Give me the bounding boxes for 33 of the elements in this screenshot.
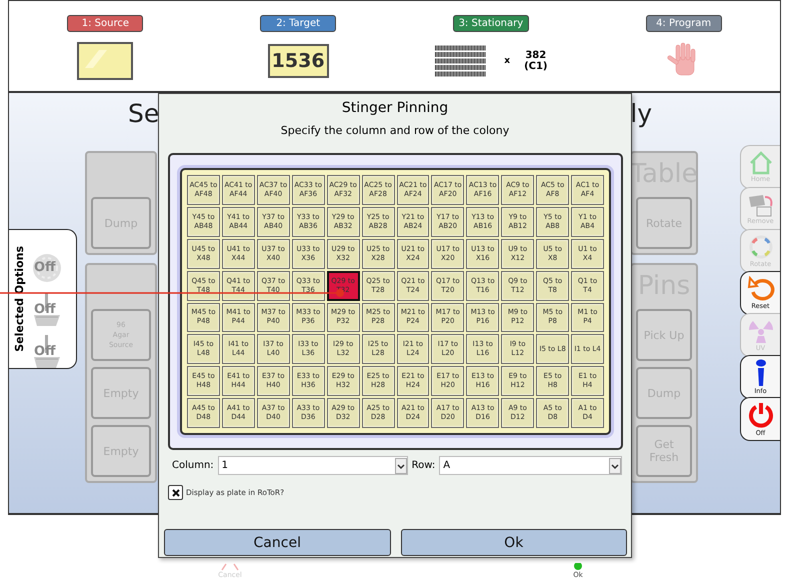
- step-badge[interactable]: 1: Source: [67, 15, 144, 32]
- reset-icon: [746, 276, 774, 302]
- cross-mark-icon: [172, 488, 180, 496]
- column-label: Column:: [172, 460, 214, 471]
- plate-arrow-icon: [746, 193, 774, 217]
- pin-count: 382: [525, 50, 546, 61]
- plate-icon: [77, 42, 134, 80]
- option-state-label: Off: [34, 260, 56, 275]
- cancel-button[interactable]: Cancel: [164, 529, 390, 556]
- step-badge[interactable]: 3: Stationary: [452, 15, 529, 32]
- column-dropdown[interactable]: 1: [218, 456, 408, 475]
- page-heading: Se: [128, 99, 160, 130]
- multiplier-label: x: [504, 56, 510, 66]
- step-badge[interactable]: 2: Target: [260, 15, 336, 32]
- stamp-icon[interactable]: [32, 253, 62, 283]
- step-badge[interactable]: 4: Program: [646, 15, 722, 32]
- pin-rows-icon: [434, 44, 486, 78]
- page-heading: ly: [630, 99, 652, 130]
- plate-label: 1536: [268, 44, 329, 78]
- info-icon: [754, 359, 768, 387]
- dropdown-caret-icon[interactable]: [609, 458, 621, 474]
- row-label: Row:: [412, 460, 436, 471]
- dropdown-caret-icon[interactable]: [394, 458, 407, 474]
- dialog-title: Stinger Pinning: [340, 100, 450, 116]
- checkbox[interactable]: [168, 485, 183, 500]
- dialog-subtitle: Specify the column and row of the colony: [280, 124, 510, 137]
- power-icon: [746, 401, 774, 429]
- pin-count-note: (C1): [524, 61, 548, 72]
- row-dropdown[interactable]: A: [439, 456, 622, 475]
- rotate-icon: [748, 234, 774, 260]
- home-icon: [748, 151, 774, 175]
- ok-button[interactable]: Ok: [400, 529, 627, 556]
- panel-title: Selected Options: [13, 246, 26, 352]
